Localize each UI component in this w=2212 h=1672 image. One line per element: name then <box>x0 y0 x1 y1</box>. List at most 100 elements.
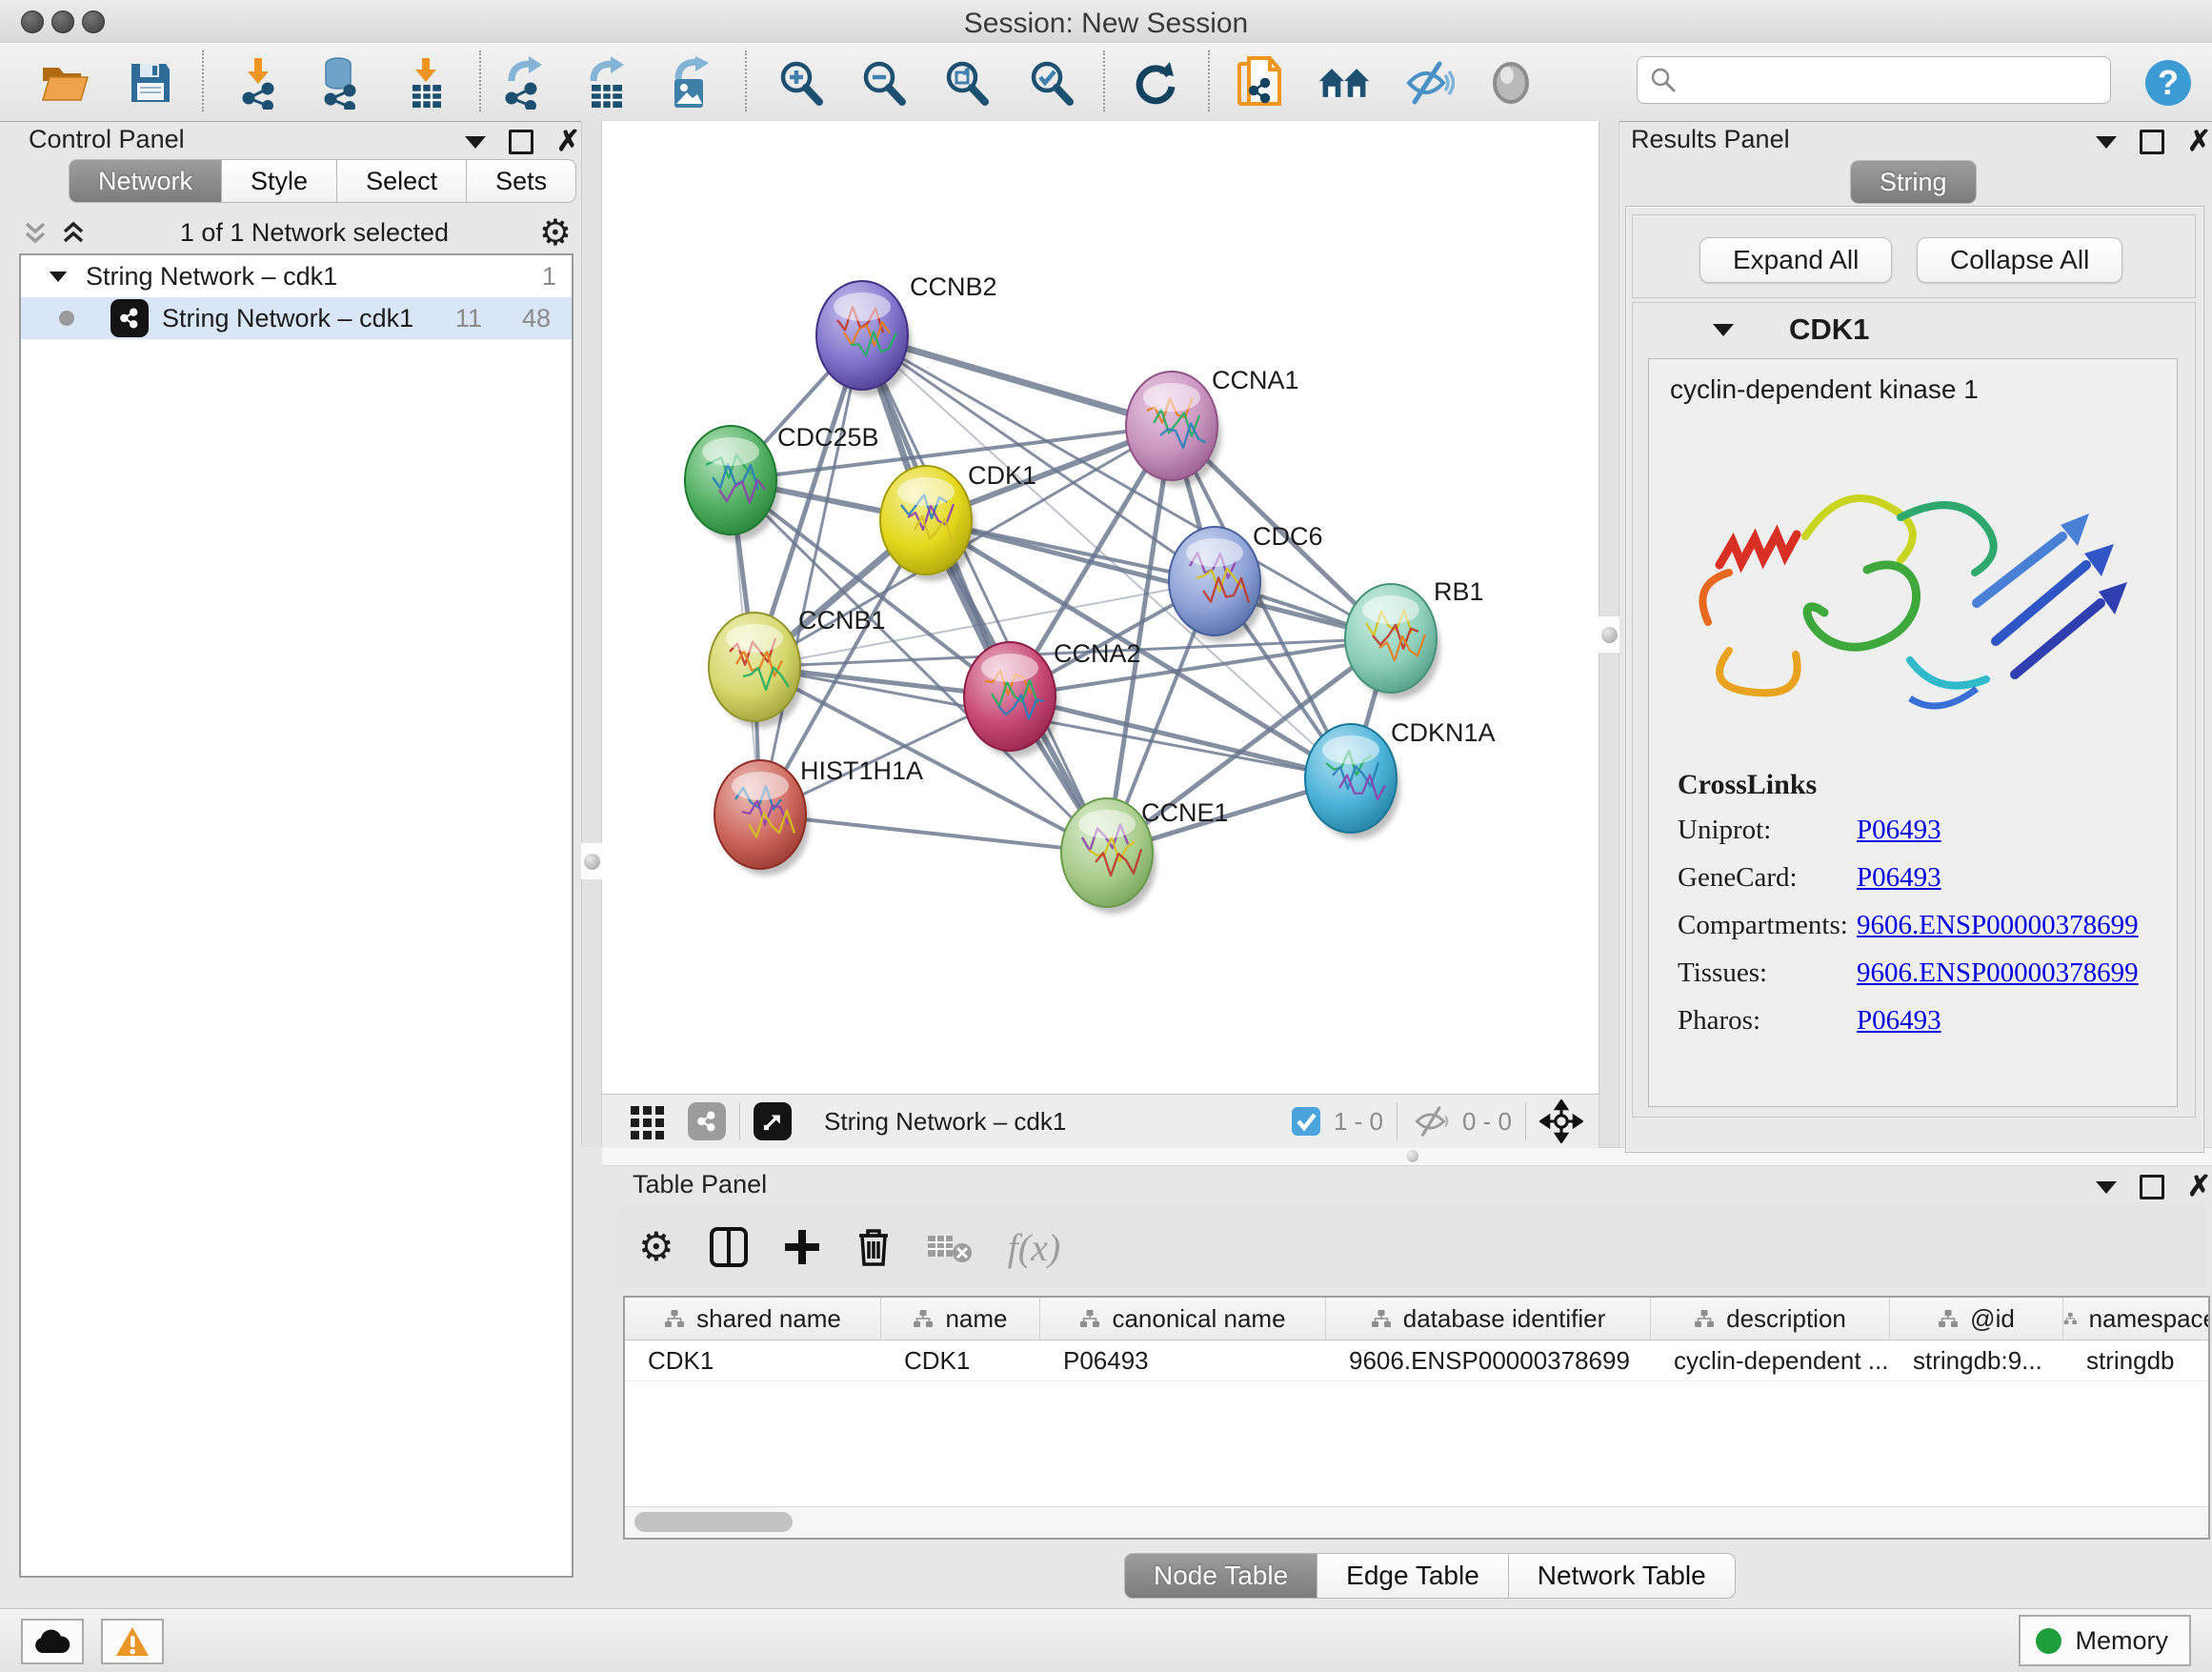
left-splitter[interactable] <box>581 121 602 1147</box>
network-type-icon[interactable] <box>688 1102 726 1140</box>
zoom-out-icon[interactable] <box>856 56 910 110</box>
column-header-database-identifier[interactable]: database identifier <box>1326 1298 1651 1340</box>
node-attribute-table[interactable]: shared namenamecanonical namedatabase id… <box>623 1296 2210 1540</box>
cdk1-collapse-icon[interactable] <box>1713 324 1734 336</box>
expand-all-icon[interactable] <box>57 216 90 249</box>
copy-network-icon[interactable] <box>1234 56 1287 110</box>
home-icon[interactable] <box>1317 56 1371 110</box>
tab-node-table[interactable]: Node Table <box>1124 1553 1317 1599</box>
import-network-icon[interactable] <box>231 56 285 110</box>
zoom-fit-icon[interactable] <box>939 56 993 110</box>
edge-HIST1H1A-CCNE1[interactable] <box>760 815 1107 853</box>
tab-style[interactable]: Style <box>222 159 337 203</box>
add-column-icon[interactable] <box>783 1228 821 1266</box>
warnings-button[interactable] <box>101 1619 164 1664</box>
zoom-in-icon[interactable] <box>774 56 827 110</box>
table-cell[interactable]: cyclin-dependent ... <box>1651 1340 1890 1380</box>
cdk1-section-header[interactable]: CDK1 <box>1633 303 2195 356</box>
search-field[interactable] <box>1637 56 2111 104</box>
control-panel-float-icon[interactable] <box>465 136 486 149</box>
show-columns-icon[interactable] <box>709 1226 749 1268</box>
results-panel-close-icon[interactable]: ✗ <box>2187 132 2211 151</box>
table-options-gear-icon[interactable]: ⚙ <box>638 1229 674 1265</box>
control-panel-maximize-icon[interactable] <box>509 130 533 154</box>
node-RB1[interactable] <box>1345 584 1440 699</box>
node-CCNA1[interactable] <box>1126 372 1221 487</box>
tab-select[interactable]: Select <box>337 159 467 203</box>
collapse-all-button[interactable]: Collapse All <box>1917 237 2122 283</box>
selected-checkbox-icon[interactable] <box>1290 1105 1322 1138</box>
node-CDK1[interactable] <box>880 466 975 581</box>
cloud-status-button[interactable] <box>21 1619 84 1664</box>
refresh-icon[interactable] <box>1129 56 1182 110</box>
network-canvas[interactable]: CCNB2CCNA1CDC25BCDK1CDC6RB1CCNB1CCNA2CDK… <box>602 121 1599 1094</box>
table-panel-maximize-icon[interactable] <box>2140 1175 2164 1199</box>
open-session-icon[interactable] <box>38 56 91 110</box>
node-CCNB2[interactable] <box>816 281 912 396</box>
right-splitter[interactable] <box>1599 121 1619 1147</box>
column-header-namespace[interactable]: namespace <box>2063 1298 2210 1340</box>
crosslink-link[interactable]: P06493 <box>1857 815 1941 846</box>
export-network-icon[interactable] <box>498 56 552 110</box>
birdseye-view-icon[interactable] <box>754 1102 792 1140</box>
memory-button[interactable]: Memory <box>2019 1615 2191 1666</box>
column-header--id[interactable]: @id <box>1890 1298 2063 1340</box>
column-header-canonical-name[interactable]: canonical name <box>1040 1298 1326 1340</box>
table-cell[interactable]: CDK1 <box>625 1340 881 1380</box>
column-header-name[interactable]: name <box>881 1298 1040 1340</box>
table-row[interactable]: CDK1CDK1P064939606.ENSP00000378699cyclin… <box>625 1340 2208 1381</box>
control-panel-close-icon[interactable]: ✗ <box>556 132 580 151</box>
zoom-selected-icon[interactable] <box>1024 56 1077 110</box>
function-builder-icon[interactable]: f(x) <box>1008 1225 1061 1270</box>
expand-all-button[interactable]: Expand All <box>1699 237 1892 283</box>
import-table-icon[interactable] <box>399 56 452 110</box>
hidden-eye-icon[interactable] <box>1411 1104 1453 1138</box>
tab-edge-table[interactable]: Edge Table <box>1317 1553 1509 1599</box>
table-panel-float-icon[interactable] <box>2096 1181 2117 1194</box>
results-scroll-area[interactable]: CDK1 cyclin-dependent kinase 1 <box>1632 302 2196 1118</box>
tab-string[interactable]: String <box>1850 160 1977 204</box>
table-cell[interactable]: stringdb <box>2063 1340 2210 1380</box>
help-icon[interactable]: ? <box>2142 56 2195 110</box>
crosslink-link[interactable]: P06493 <box>1857 1005 1941 1037</box>
node-CDC6[interactable] <box>1169 527 1264 642</box>
export-image-icon[interactable] <box>663 56 716 110</box>
node-HIST1H1A[interactable] <box>714 760 810 876</box>
table-panel-close-icon[interactable]: ✗ <box>2187 1178 2211 1197</box>
node-CDKN1A[interactable] <box>1305 724 1400 839</box>
tab-network-table[interactable]: Network Table <box>1509 1553 1736 1599</box>
scrollbar-thumb[interactable] <box>634 1512 793 1532</box>
search-input[interactable] <box>1685 60 2110 100</box>
table-cell[interactable]: CDK1 <box>881 1340 1040 1380</box>
save-session-icon[interactable] <box>124 56 177 110</box>
fit-content-crosshair-icon[interactable] <box>1539 1099 1583 1143</box>
results-panel-float-icon[interactable] <box>2096 136 2117 149</box>
export-table-icon[interactable] <box>580 56 633 110</box>
collapse-all-icon[interactable] <box>19 216 51 249</box>
network-row[interactable]: String Network – cdk1 11 48 <box>21 297 572 339</box>
collection-expand-icon[interactable] <box>50 271 68 281</box>
table-horizontal-scrollbar[interactable] <box>625 1506 2208 1538</box>
show-hidden-icon[interactable] <box>1484 56 1538 110</box>
crosslink-link[interactable]: 9606.ENSP00000378699 <box>1857 957 2139 989</box>
hide-selected-icon[interactable] <box>1401 56 1455 110</box>
network-options-gear-icon[interactable]: ⚙ <box>539 214 572 251</box>
tab-sets[interactable]: Sets <box>467 159 576 203</box>
clear-table-icon[interactable] <box>926 1230 974 1264</box>
delete-column-icon[interactable] <box>855 1226 892 1268</box>
crosslink-link[interactable]: P06493 <box>1857 862 1941 894</box>
column-header-description[interactable]: description <box>1651 1298 1890 1340</box>
table-cell[interactable]: stringdb:9... <box>1890 1340 2063 1380</box>
table-cell[interactable]: 9606.ENSP00000378699 <box>1326 1340 1651 1380</box>
column-header-shared-name[interactable]: shared name <box>625 1298 881 1340</box>
network-collection-row[interactable]: String Network – cdk1 1 <box>21 255 572 297</box>
grid-view-icon[interactable] <box>629 1102 667 1140</box>
table-cell[interactable]: P06493 <box>1040 1340 1326 1380</box>
crosslink-link[interactable]: 9606.ENSP00000378699 <box>1857 910 2139 941</box>
import-from-database-icon[interactable] <box>312 56 365 110</box>
node-CCNA2[interactable] <box>964 642 1059 757</box>
node-CCNB1[interactable] <box>709 613 804 728</box>
results-panel-maximize-icon[interactable] <box>2140 130 2164 154</box>
edge-CCNB2-HIST1H1A[interactable] <box>760 335 862 815</box>
tab-network[interactable]: Network <box>69 159 222 203</box>
